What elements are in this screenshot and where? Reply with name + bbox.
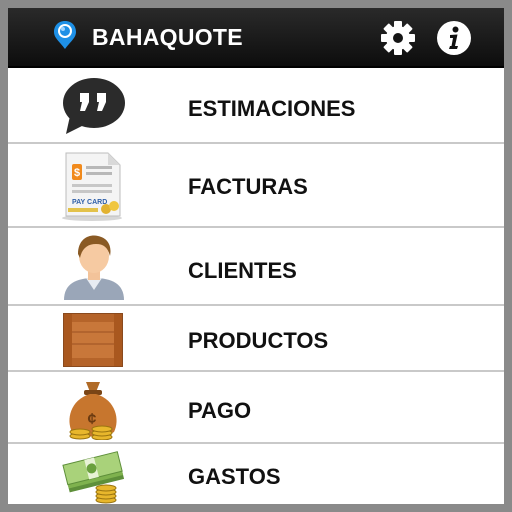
invoice-document-icon: $ PAY CARD <box>60 150 128 222</box>
menu-item-productos[interactable]: PRODUCTOS <box>8 306 504 372</box>
menu-item-label: FACTURAS <box>188 174 308 199</box>
menu-item-label: PAGO <box>188 398 252 423</box>
info-icon[interactable] <box>436 20 472 56</box>
svg-text:$: $ <box>74 167 80 179</box>
menu-item-label: PRODUCTOS <box>188 328 329 353</box>
menu-item-pago[interactable]: ¢ PAGO <box>8 372 504 444</box>
invoice-pay-card-text: PAY CARD <box>72 199 107 206</box>
menu-item-estimaciones[interactable]: ESTIMACIONES <box>8 68 504 144</box>
menu-item-label: ESTIMACIONES <box>188 96 356 121</box>
quote-bubble-icon <box>60 76 128 136</box>
money-bag-icon: ¢ <box>60 376 128 440</box>
svg-text:¢: ¢ <box>88 411 97 428</box>
client-person-icon <box>60 232 128 302</box>
wooden-crate-icon <box>60 310 128 368</box>
app-title: BAHAQUOTE <box>92 24 243 50</box>
menu-item-clientes[interactable]: CLIENTES <box>8 228 504 306</box>
menu-item-label: CLIENTES <box>188 258 297 283</box>
menu-item-gastos[interactable]: GASTOS <box>8 444 504 504</box>
cash-stack-icon <box>60 448 128 504</box>
main-menu: ESTIMACIONES $ PAY CARD FACTURAS CLIENTE… <box>8 68 504 504</box>
app-window: BAHAQUOTE ESTIMACIONES $ PAY CARD FACTUR… <box>8 8 504 504</box>
menu-item-label: GASTOS <box>188 464 281 489</box>
menu-item-facturas[interactable]: $ PAY CARD FACTURAS <box>8 144 504 228</box>
map-pin-logo-icon <box>53 20 77 50</box>
gear-icon[interactable] <box>380 20 416 56</box>
app-bar: BAHAQUOTE <box>8 8 504 68</box>
